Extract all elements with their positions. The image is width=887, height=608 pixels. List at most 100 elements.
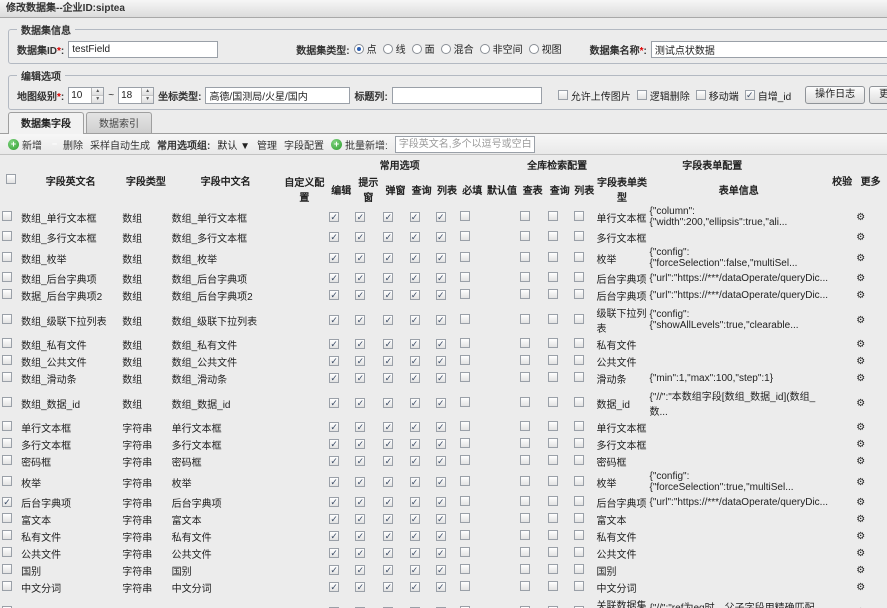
checkbox[interactable] [548,476,558,486]
more-cell[interactable]: ⚙ [856,454,885,469]
checkbox[interactable] [548,397,558,407]
dataset-type-option[interactable]: 线 [383,41,406,56]
validate-cell[interactable] [830,580,854,595]
col-header-type[interactable]: 字段类型 [122,157,169,204]
validate-cell[interactable] [830,288,854,303]
batch-add-input[interactable] [395,136,535,153]
checkbox[interactable] [436,548,446,558]
checkbox-icon[interactable] [745,90,755,100]
col-header-cn-name[interactable]: 字段中文名 [172,157,280,204]
checkbox[interactable] [460,476,470,486]
checkbox[interactable] [520,438,530,448]
checkbox[interactable] [410,477,420,487]
checkbox[interactable] [329,497,339,507]
checkbox[interactable] [329,273,339,283]
checkbox[interactable] [520,272,530,282]
checkbox[interactable] [355,253,365,263]
table-row[interactable]: 多行文本框字符串多行文本框多行文本框⚙ [2,437,885,452]
more-cell[interactable]: ⚙ [856,580,885,595]
more-cell[interactable]: ⚙ [856,305,885,335]
checkbox[interactable] [574,355,584,365]
checkbox[interactable] [436,565,446,575]
table-row[interactable]: 国别字符串国别国别⚙ [2,563,885,578]
more-cell[interactable]: ⚙ [856,437,885,452]
checkbox[interactable] [329,290,339,300]
checkbox[interactable] [548,547,558,557]
checkbox[interactable] [548,372,558,382]
table-row[interactable]: 公共文件字符串公共文件公共文件⚙ [2,546,885,561]
col-header-validate[interactable]: 校验 [830,157,854,204]
delete-row-button[interactable]: −删除 [49,137,83,152]
more-cell[interactable]: ⚙ [856,206,885,228]
checkbox[interactable] [520,252,530,262]
checkbox[interactable] [410,456,420,466]
table-row[interactable]: 枚举字符串枚举枚举{"config":{"forceSelection":tru… [2,471,885,493]
checkbox[interactable] [355,290,365,300]
checkbox[interactable] [355,565,365,575]
map-level-min-stepper[interactable]: ▲▼ [68,87,104,104]
checkbox[interactable] [383,439,393,449]
checkbox[interactable] [383,548,393,558]
table-row[interactable]: 中文分词字符串中文分词中文分词⚙ [2,580,885,595]
tab-dataset-fields[interactable]: 数据集字段 [8,112,84,134]
checkbox[interactable] [410,548,420,558]
checkbox[interactable] [2,438,12,448]
checkbox[interactable] [355,548,365,558]
table-row[interactable]: 私有文件字符串私有文件私有文件⚙ [2,529,885,544]
checkbox[interactable] [460,564,470,574]
col-header-popup[interactable]: 弹窗 [383,174,407,204]
option-group-select[interactable]: 默认 ▼ [217,137,250,152]
checkbox[interactable] [329,232,339,242]
checkbox[interactable] [574,496,584,506]
checkbox[interactable] [574,513,584,523]
checkbox[interactable] [548,438,558,448]
checkbox[interactable] [383,315,393,325]
checkbox[interactable] [410,531,420,541]
checkbox[interactable] [574,231,584,241]
col-header-search-list[interactable]: 列表 [574,174,595,204]
gear-icon[interactable]: ⚙ [856,531,865,542]
validate-cell[interactable] [830,230,854,245]
checkbox[interactable] [460,421,470,431]
checkbox[interactable] [436,290,446,300]
batch-add-button[interactable]: +批量新增: [331,137,388,152]
checkbox[interactable] [520,355,530,365]
checkbox[interactable] [460,397,470,407]
checkbox[interactable] [329,398,339,408]
gear-icon[interactable]: ⚙ [856,497,865,508]
checkbox[interactable] [460,289,470,299]
checkbox[interactable] [383,356,393,366]
checkbox[interactable] [460,272,470,282]
checkbox[interactable] [548,289,558,299]
col-header-required[interactable]: 必填 [460,174,484,204]
checkbox[interactable] [2,314,12,324]
checkbox[interactable] [574,438,584,448]
validate-cell[interactable] [830,597,854,608]
checkbox[interactable] [355,273,365,283]
table-row[interactable]: 数组_滑动条数组数组_滑动条滑动条{"min":1,"max":100,"ste… [2,371,885,386]
checkbox[interactable] [410,315,420,325]
checkbox[interactable] [2,476,12,486]
more-cell[interactable]: ⚙ [856,271,885,286]
checkbox[interactable] [355,356,365,366]
checkbox[interactable] [329,253,339,263]
checkbox[interactable] [355,398,365,408]
checkbox[interactable] [355,315,365,325]
checkbox[interactable] [520,372,530,382]
checkbox[interactable] [2,421,12,431]
col-header-hint[interactable]: 提示窗 [355,174,381,204]
more-cell[interactable]: ⚙ [856,512,885,527]
checkbox[interactable] [436,253,446,263]
gear-icon[interactable]: ⚙ [856,253,865,264]
checkbox[interactable] [436,477,446,487]
checkbox[interactable] [329,356,339,366]
more-cell[interactable]: ⚙ [856,288,885,303]
checkbox[interactable] [410,339,420,349]
checkbox[interactable] [548,211,558,221]
checkbox[interactable] [2,231,12,241]
checkbox[interactable] [383,422,393,432]
checkbox[interactable] [329,477,339,487]
gear-icon[interactable]: ⚙ [856,339,865,350]
checkbox[interactable] [410,422,420,432]
checkbox[interactable] [383,398,393,408]
